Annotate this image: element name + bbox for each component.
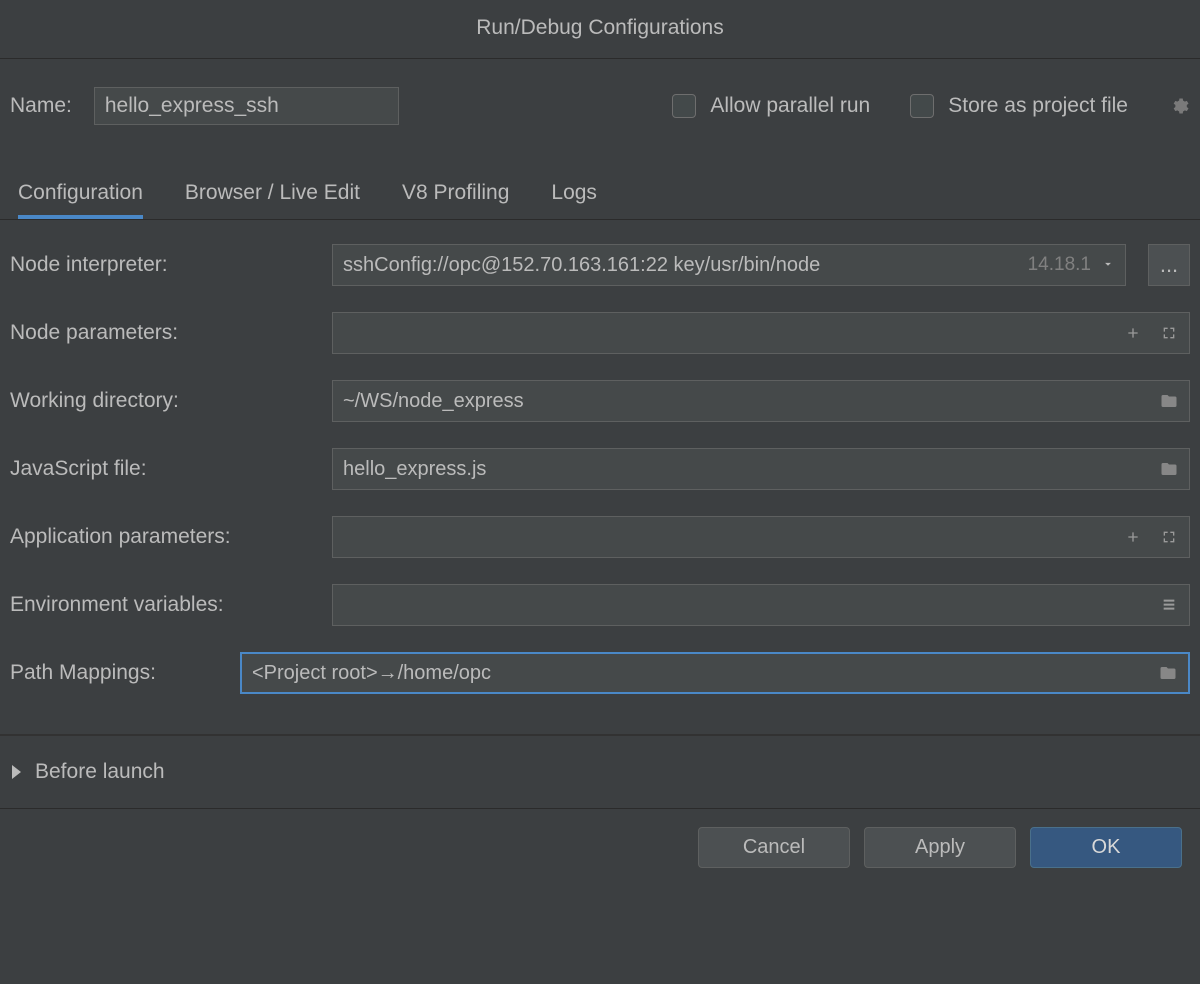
node-parameters-label: Node parameters: (10, 321, 320, 345)
checkbox-box-icon (672, 94, 696, 118)
checkbox-box-icon (910, 94, 934, 118)
application-parameters-field[interactable] (343, 526, 1123, 549)
apply-button[interactable]: Apply (864, 827, 1016, 868)
folder-icon[interactable] (1159, 459, 1179, 479)
node-interpreter-dropdown[interactable]: sshConfig://opc@152.70.163.161:22 key/us… (332, 244, 1126, 286)
name-label: Name: (10, 94, 72, 118)
tab-v8-profiling[interactable]: V8 Profiling (402, 181, 509, 219)
list-icon[interactable] (1159, 595, 1179, 615)
folder-icon[interactable] (1158, 663, 1178, 683)
environment-variables-field[interactable] (343, 594, 1159, 617)
gear-icon[interactable] (1168, 95, 1190, 117)
name-input[interactable] (94, 87, 399, 125)
node-version: 14.18.1 (1028, 254, 1091, 276)
dialog-title: Run/Debug Configurations (0, 0, 1200, 59)
javascript-file-row: JavaScript file: (10, 448, 1190, 490)
node-parameters-input[interactable] (332, 312, 1190, 354)
working-directory-label: Working directory: (10, 389, 320, 413)
ok-button[interactable]: OK (1030, 827, 1182, 868)
triangle-right-icon (12, 765, 21, 779)
javascript-file-label: JavaScript file: (10, 457, 320, 481)
before-launch-section[interactable]: Before launch (0, 736, 1200, 808)
node-interpreter-row: Node interpreter: sshConfig://opc@152.70… (10, 244, 1190, 286)
environment-variables-label: Environment variables: (10, 593, 320, 617)
node-interpreter-value: sshConfig://opc@152.70.163.161:22 key/us… (343, 254, 1020, 277)
cancel-button[interactable]: Cancel (698, 827, 850, 868)
node-interpreter-label: Node interpreter: (10, 253, 320, 277)
node-interpreter-browse-button[interactable]: ... (1148, 244, 1190, 286)
working-directory-field[interactable] (343, 390, 1159, 413)
tab-browser-live-edit[interactable]: Browser / Live Edit (185, 181, 360, 219)
allow-parallel-run-checkbox[interactable]: Allow parallel run (672, 94, 870, 118)
javascript-file-input[interactable] (332, 448, 1190, 490)
node-parameters-field[interactable] (343, 322, 1123, 345)
tabs: Configuration Browser / Live Edit V8 Pro… (0, 125, 1200, 220)
plus-icon[interactable] (1123, 323, 1143, 343)
environment-variables-row: Environment variables: (10, 584, 1190, 626)
tab-logs[interactable]: Logs (551, 181, 597, 219)
working-directory-row: Working directory: (10, 380, 1190, 422)
before-launch-label: Before launch (35, 760, 165, 784)
expand-icon[interactable] (1159, 527, 1179, 547)
top-row: Name: Allow parallel run Store as projec… (0, 59, 1200, 125)
node-parameters-row: Node parameters: (10, 312, 1190, 354)
path-mappings-field[interactable] (252, 662, 1158, 685)
plus-icon[interactable] (1123, 527, 1143, 547)
folder-icon[interactable] (1159, 391, 1179, 411)
expand-icon[interactable] (1159, 323, 1179, 343)
path-mappings-input[interactable] (240, 652, 1190, 694)
chevron-down-icon (1101, 254, 1115, 277)
tab-configuration[interactable]: Configuration (18, 181, 143, 219)
javascript-file-field[interactable] (343, 458, 1159, 481)
application-parameters-input[interactable] (332, 516, 1190, 558)
configuration-form: Node interpreter: sshConfig://opc@152.70… (0, 220, 1200, 694)
application-parameters-label: Application parameters: (10, 525, 320, 549)
allow-parallel-label: Allow parallel run (710, 94, 870, 118)
store-as-file-label: Store as project file (948, 94, 1128, 118)
path-mappings-label: Path Mappings: (10, 661, 228, 685)
path-mappings-row: Path Mappings: (10, 652, 1190, 694)
working-directory-input[interactable] (332, 380, 1190, 422)
bottom-button-bar: Cancel Apply OK (0, 808, 1200, 886)
application-parameters-row: Application parameters: (10, 516, 1190, 558)
store-as-project-file-checkbox[interactable]: Store as project file (910, 94, 1128, 118)
environment-variables-input[interactable] (332, 584, 1190, 626)
